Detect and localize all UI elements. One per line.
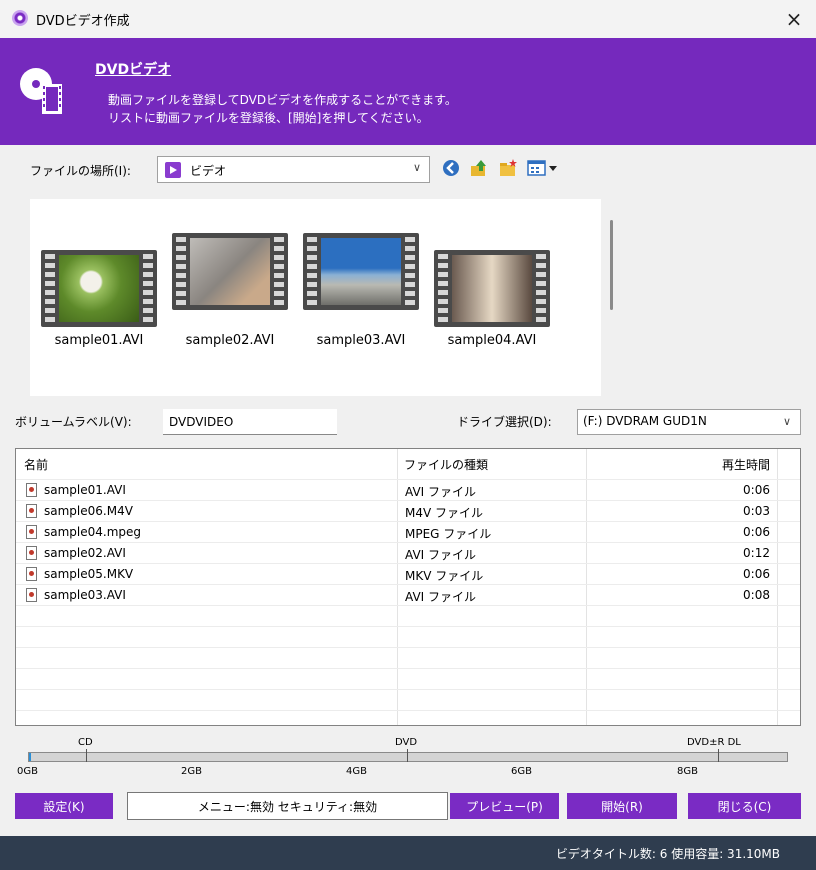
location-label: ファイルの場所(I): — [30, 164, 131, 178]
file-duration: 0:12 — [743, 546, 770, 560]
table-row[interactable]: sample03.AVI AVI ファイル 0:08 — [16, 585, 778, 606]
dvd-dl-tick — [718, 749, 719, 762]
video-file-icon — [26, 588, 37, 602]
scale-label: 8GB — [677, 766, 698, 777]
video-thumbnail[interactable] — [172, 233, 288, 310]
new-folder-icon[interactable] — [498, 158, 518, 178]
scale-label: 2GB — [181, 766, 202, 777]
close-button[interactable]: 閉じる(C) — [688, 793, 801, 819]
scale-label: 6GB — [511, 766, 532, 777]
column-header-name[interactable]: 名前 — [24, 456, 48, 473]
start-button[interactable]: 開始(R) — [567, 793, 677, 819]
back-icon[interactable] — [441, 158, 461, 178]
row-divider — [16, 626, 800, 627]
status-text: ビデオタイトル数: 6 使用容量: 31.10MB — [555, 847, 780, 861]
file-name: sample03.AVI — [44, 588, 126, 602]
up-folder-icon[interactable] — [469, 158, 489, 178]
drive-label: ドライブ選択(D): — [457, 415, 552, 429]
thumbnail-label: sample01.AVI — [54, 333, 144, 348]
close-window-button[interactable]: × — [776, 2, 812, 36]
video-thumbnail[interactable] — [434, 250, 550, 327]
table-row[interactable]: sample04.mpeg MPEG ファイル 0:06 — [16, 522, 778, 543]
menu-security-status: メニュー:無効 セキュリティ:無効 — [127, 792, 448, 820]
row-divider — [16, 689, 800, 690]
table-row[interactable]: sample05.MKV MKV ファイル 0:06 — [16, 564, 778, 585]
settings-button[interactable]: 設定(K) — [15, 793, 113, 819]
drive-value: (F:) DVDRAM GUD1N — [583, 414, 707, 428]
row-divider — [16, 668, 800, 669]
window-title: DVDビデオ作成 — [36, 14, 130, 29]
video-file-icon — [26, 504, 37, 518]
file-type: AVI ファイル — [405, 485, 477, 499]
column-header-type[interactable]: ファイルの種類 — [404, 456, 488, 473]
table-row[interactable]: sample01.AVI AVI ファイル 0:06 — [16, 480, 778, 501]
header-description-line1: 動画ファイルを登録してDVDビデオを作成することができます。 — [108, 93, 457, 107]
file-name: sample01.AVI — [44, 483, 126, 497]
file-duration: 0:06 — [743, 525, 770, 539]
cd-marker-label: CD — [78, 737, 93, 748]
video-file-icon — [26, 546, 37, 560]
file-name: sample05.MKV — [44, 567, 134, 581]
thumbnail-scrollbar[interactable] — [610, 220, 613, 310]
dvd-tick — [407, 749, 408, 762]
volume-label: ボリュームラベル(V): — [15, 415, 132, 429]
column-header-duration[interactable]: 再生時間 — [696, 456, 770, 473]
file-name: sample02.AVI — [44, 546, 126, 560]
file-type: MPEG ファイル — [405, 527, 492, 541]
dvd-dl-marker-label: DVD±R DL — [687, 737, 741, 748]
scale-label: 4GB — [346, 766, 367, 777]
volume-label-input[interactable] — [163, 409, 337, 435]
file-duration: 0:08 — [743, 588, 770, 602]
file-name: sample04.mpeg — [44, 525, 142, 539]
file-duration: 0:06 — [743, 567, 770, 581]
view-menu-icon[interactable] — [527, 158, 559, 178]
video-thumbnail[interactable] — [41, 250, 157, 327]
video-thumbnail[interactable] — [303, 233, 419, 310]
video-folder-icon — [165, 162, 181, 178]
preview-button[interactable]: プレビュー(P) — [450, 793, 559, 819]
dvd-marker-label: DVD — [395, 737, 418, 748]
thumbnail-label: sample04.AVI — [447, 333, 537, 348]
file-duration: 0:06 — [743, 483, 770, 497]
dvd-app-icon — [12, 10, 28, 26]
capacity-used-fill — [29, 753, 31, 761]
header-description-line2: リストに動画ファイルを登録後、[開始]を押してください。 — [108, 111, 429, 125]
table-row[interactable]: sample06.M4V M4V ファイル 0:03 — [16, 501, 778, 522]
file-name: sample06.M4V — [44, 504, 133, 518]
thumbnail-label: sample02.AVI — [185, 333, 275, 348]
video-file-icon — [26, 483, 37, 497]
table-row[interactable]: sample02.AVI AVI ファイル 0:12 — [16, 543, 778, 564]
thumbnail-label: sample03.AVI — [316, 333, 406, 348]
file-type: MKV ファイル — [405, 569, 484, 583]
file-type: AVI ファイル — [405, 590, 477, 604]
header-title: DVDビデオ — [95, 62, 172, 78]
file-type: M4V ファイル — [405, 506, 484, 520]
row-divider — [16, 710, 800, 711]
row-divider — [16, 647, 800, 648]
location-value: ビデオ — [190, 164, 227, 178]
dvd-video-icon — [20, 68, 62, 114]
video-file-icon — [26, 567, 37, 581]
scale-label: 0GB — [17, 766, 38, 777]
chevron-down-icon[interactable]: ∨ — [413, 161, 421, 174]
file-duration: 0:03 — [743, 504, 770, 518]
file-type: AVI ファイル — [405, 548, 477, 562]
capacity-bar — [28, 752, 788, 762]
video-file-icon — [26, 525, 37, 539]
cd-tick — [86, 749, 87, 762]
chevron-down-icon[interactable]: ∨ — [783, 415, 791, 428]
